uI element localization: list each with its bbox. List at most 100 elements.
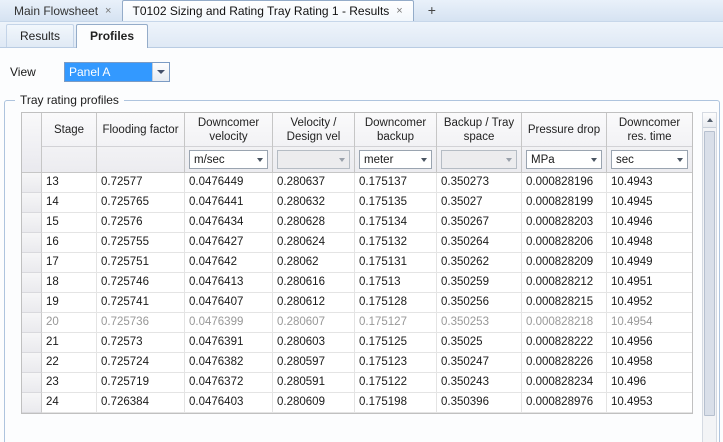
table-cell[interactable]: 0.0476407 xyxy=(185,293,273,313)
table-cell[interactable]: 0.175132 xyxy=(355,233,437,253)
row-selector[interactable] xyxy=(22,233,42,253)
document-tab[interactable]: Main Flowsheet × xyxy=(4,0,122,21)
table-cell[interactable]: 0.175131 xyxy=(355,253,437,273)
row-selector[interactable] xyxy=(22,173,42,193)
table-cell[interactable]: 0.72576 xyxy=(97,213,185,233)
table-cell[interactable]: 0.280597 xyxy=(273,353,355,373)
table-cell[interactable]: 20 xyxy=(42,313,97,333)
row-selector[interactable] xyxy=(22,353,42,373)
table-cell[interactable]: 0.725746 xyxy=(97,273,185,293)
table-cell[interactable]: 0.725751 xyxy=(97,253,185,273)
vertical-scrollbar[interactable] xyxy=(702,112,717,442)
table-cell[interactable]: 0.000828199 xyxy=(522,193,607,213)
table-cell[interactable]: 10.4951 xyxy=(607,273,692,293)
row-selector[interactable] xyxy=(22,333,42,353)
table-cell[interactable]: 0.280632 xyxy=(273,193,355,213)
table-cell[interactable]: 13 xyxy=(42,173,97,193)
table-cell[interactable]: 0.0476434 xyxy=(185,213,273,233)
table-cell[interactable]: 0.175123 xyxy=(355,353,437,373)
corner-cell[interactable] xyxy=(22,113,42,173)
table-cell[interactable]: 0.725765 xyxy=(97,193,185,213)
table-cell[interactable]: 0.350264 xyxy=(437,233,522,253)
close-icon[interactable]: × xyxy=(104,5,112,17)
row-selector[interactable] xyxy=(22,193,42,213)
table-cell[interactable]: 10.4949 xyxy=(607,253,692,273)
table-cell[interactable]: 19 xyxy=(42,293,97,313)
table-cell[interactable]: 0.0476391 xyxy=(185,333,273,353)
chevron-down-icon[interactable] xyxy=(152,63,169,81)
table-cell[interactable]: 16 xyxy=(42,233,97,253)
table-cell[interactable]: 0.350243 xyxy=(437,373,522,393)
table-cell[interactable]: 0.175134 xyxy=(355,213,437,233)
table-cell[interactable]: 0.0476382 xyxy=(185,353,273,373)
table-cell[interactable]: 0.0476427 xyxy=(185,233,273,253)
table-cell[interactable]: 21 xyxy=(42,333,97,353)
table-cell[interactable]: 10.4958 xyxy=(607,353,692,373)
table-cell[interactable]: 0.000828212 xyxy=(522,273,607,293)
table-cell[interactable]: 18 xyxy=(42,273,97,293)
document-tab[interactable]: T0102 Sizing and Rating Tray Rating 1 - … xyxy=(122,0,414,21)
table-cell[interactable]: 15 xyxy=(42,213,97,233)
table-cell[interactable]: 0.000828222 xyxy=(522,333,607,353)
table-cell[interactable]: 0.350267 xyxy=(437,213,522,233)
row-selector[interactable] xyxy=(22,293,42,313)
unit-dropdown[interactable]: sec xyxy=(611,150,688,169)
table-cell[interactable]: 0.280612 xyxy=(273,293,355,313)
scrollbar-thumb[interactable] xyxy=(704,131,715,416)
table-cell[interactable]: 0.35027 xyxy=(437,193,522,213)
table-cell[interactable]: 10.4945 xyxy=(607,193,692,213)
table-cell[interactable]: 0.350247 xyxy=(437,353,522,373)
table-cell[interactable]: 0.0476399 xyxy=(185,313,273,333)
unit-dropdown[interactable]: MPa xyxy=(526,150,602,169)
table-cell[interactable]: 0.725741 xyxy=(97,293,185,313)
unit-dropdown[interactable]: m/sec xyxy=(189,150,268,169)
table-cell[interactable]: 0.280603 xyxy=(273,333,355,353)
row-selector[interactable] xyxy=(22,213,42,233)
table-cell[interactable]: 0.725724 xyxy=(97,353,185,373)
table-cell[interactable]: 0.350273 xyxy=(437,173,522,193)
table-cell[interactable]: 10.4943 xyxy=(607,173,692,193)
table-cell[interactable]: 0.350396 xyxy=(437,393,522,413)
row-selector[interactable] xyxy=(22,393,42,413)
table-cell[interactable]: 23 xyxy=(42,373,97,393)
table-cell[interactable]: 0.175135 xyxy=(355,193,437,213)
table-cell[interactable]: 0.000828218 xyxy=(522,313,607,333)
table-cell[interactable]: 10.4953 xyxy=(607,393,692,413)
table-cell[interactable]: 22 xyxy=(42,353,97,373)
table-cell[interactable]: 0.350262 xyxy=(437,253,522,273)
table-cell[interactable]: 10.4948 xyxy=(607,233,692,253)
close-icon[interactable]: × xyxy=(395,5,403,17)
table-cell[interactable]: 0.725736 xyxy=(97,313,185,333)
table-cell[interactable]: 0.72577 xyxy=(97,173,185,193)
table-cell[interactable]: 0.175127 xyxy=(355,313,437,333)
new-tab-button[interactable]: + xyxy=(422,2,442,18)
table-cell[interactable]: 0.280591 xyxy=(273,373,355,393)
table-cell[interactable]: 0.72573 xyxy=(97,333,185,353)
table-cell[interactable]: 0.280616 xyxy=(273,273,355,293)
table-cell[interactable]: 0.175198 xyxy=(355,393,437,413)
table-cell[interactable]: 0.350253 xyxy=(437,313,522,333)
view-dropdown[interactable]: Panel A xyxy=(64,62,170,82)
table-cell[interactable]: 0.350259 xyxy=(437,273,522,293)
table-cell[interactable]: 10.4954 xyxy=(607,313,692,333)
table-cell[interactable]: 0.000828209 xyxy=(522,253,607,273)
table-cell[interactable]: 17 xyxy=(42,253,97,273)
table-cell[interactable]: 0.000828196 xyxy=(522,173,607,193)
table-cell[interactable]: 0.350256 xyxy=(437,293,522,313)
table-cell[interactable]: 24 xyxy=(42,393,97,413)
table-cell[interactable]: 0.280637 xyxy=(273,173,355,193)
table-cell[interactable]: 14 xyxy=(42,193,97,213)
table-cell[interactable]: 10.496 xyxy=(607,373,692,393)
table-cell[interactable]: 0.000828206 xyxy=(522,233,607,253)
table-cell[interactable]: 10.4956 xyxy=(607,333,692,353)
table-cell[interactable]: 0.28062 xyxy=(273,253,355,273)
table-cell[interactable]: 0.0476441 xyxy=(185,193,273,213)
tab-results[interactable]: Results xyxy=(6,24,75,47)
table-cell[interactable]: 0.726384 xyxy=(97,393,185,413)
table-cell[interactable]: 0.000828215 xyxy=(522,293,607,313)
unit-dropdown[interactable]: meter xyxy=(359,150,432,169)
table-cell[interactable]: 0.047642 xyxy=(185,253,273,273)
row-selector[interactable] xyxy=(22,253,42,273)
table-cell[interactable]: 0.0476449 xyxy=(185,173,273,193)
table-cell[interactable]: 10.4946 xyxy=(607,213,692,233)
